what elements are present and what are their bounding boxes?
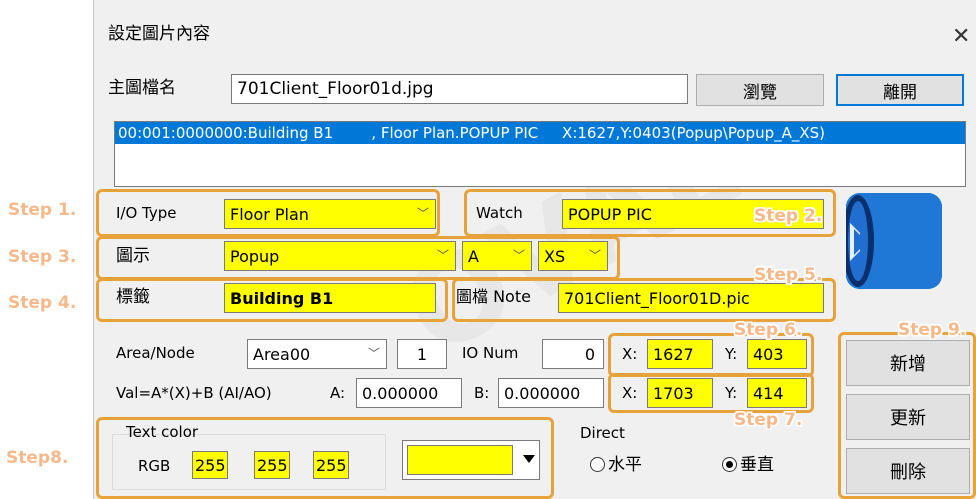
direct-label: Direct: [580, 424, 625, 442]
area-node-label: Area/Node: [116, 344, 195, 362]
step2-label: Step 2.: [754, 206, 823, 226]
step7-label: Step 7.: [734, 410, 803, 430]
area-select[interactable]: Area00 ﹀: [247, 339, 387, 369]
leave-button[interactable]: 離開: [836, 74, 964, 106]
node-input[interactable]: 1: [397, 339, 447, 369]
step9-highlight: [838, 332, 976, 499]
step5-label: Step 5.: [754, 265, 823, 285]
radio-vertical-label: 垂直: [740, 455, 774, 475]
b-input[interactable]: 0.000000: [498, 378, 604, 408]
step4-highlight: [96, 278, 448, 322]
io-num-input[interactable]: 0: [542, 339, 604, 369]
step9-label: Step 9.: [898, 320, 967, 340]
step8-highlight: [96, 417, 554, 499]
main-file-label: 主圖檔名: [108, 78, 176, 98]
browse-button[interactable]: 瀏覽: [696, 74, 824, 106]
b-label: B:: [474, 384, 490, 402]
step3-label: Step 3.: [8, 247, 77, 267]
radio-horizontal[interactable]: 水平: [590, 457, 642, 474]
io-num-label: IO Num: [462, 344, 519, 362]
list-item[interactable]: 00:001:0000000:Building B1 , Floor Plan.…: [115, 122, 965, 144]
radio-horizontal-circle[interactable]: [590, 457, 605, 472]
area-value: Area00: [253, 344, 311, 364]
step1-highlight: [96, 189, 440, 237]
chevron-down-icon: ﹀: [367, 346, 380, 361]
radio-vertical[interactable]: 垂直: [722, 457, 774, 474]
main-file-input[interactable]: 701Client_Floor01d.jpg: [231, 74, 688, 104]
a-input[interactable]: 0.000000: [356, 378, 462, 408]
close-icon[interactable]: ✕: [952, 24, 970, 49]
radio-horizontal-label: 水平: [608, 455, 642, 475]
shield-icon: [846, 193, 942, 289]
step8-label: Step8.: [6, 448, 69, 468]
a-label: A:: [330, 384, 346, 402]
dialog-title: 設定圖片內容: [108, 24, 210, 44]
step4-label: Step 4.: [8, 293, 77, 313]
step6-label: Step 6.: [734, 320, 803, 340]
item-list[interactable]: 00:001:0000000:Building B1 , Floor Plan.…: [114, 121, 966, 187]
formula-label: Val=A*(X)+B (AI/AO): [116, 384, 272, 402]
radio-vertical-circle[interactable]: [722, 457, 737, 472]
step1-label: Step 1.: [8, 200, 77, 220]
step3-highlight: [96, 236, 620, 280]
step7-highlight: [608, 373, 814, 413]
